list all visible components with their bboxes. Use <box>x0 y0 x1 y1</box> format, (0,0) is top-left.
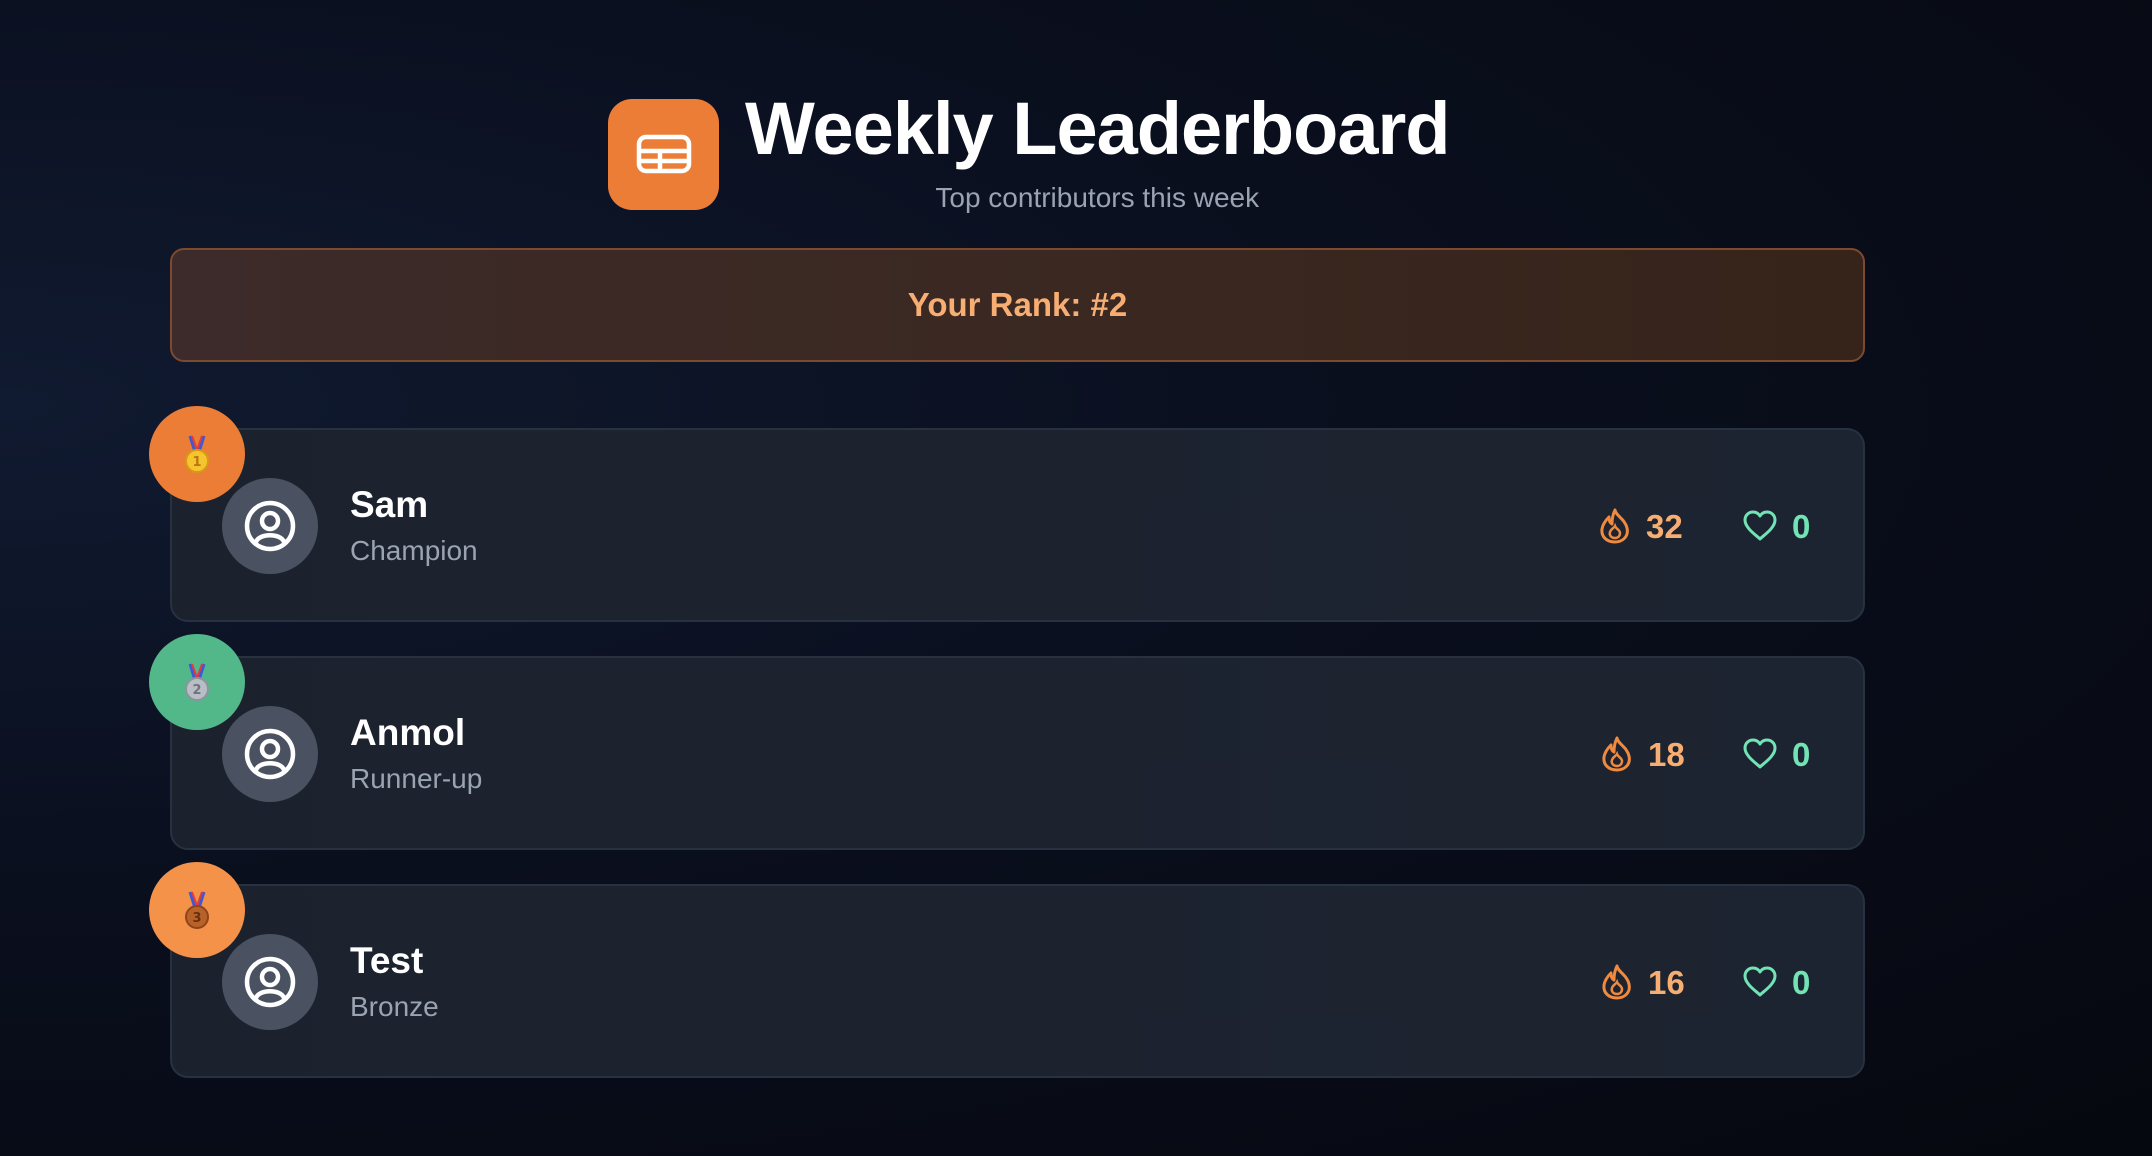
user-icon <box>244 956 296 1008</box>
title-block: Weekly Leaderboard Top contributors this… <box>745 92 1450 213</box>
user-name[interactable]: Sam <box>350 486 428 523</box>
streak-stat: 16 <box>1600 960 1685 1004</box>
streak-value: 32 <box>1646 507 1683 545</box>
flame-icon <box>1602 964 1631 1000</box>
user-title: Champion <box>350 535 478 566</box>
svg-text:2: 2 <box>192 683 201 698</box>
likes-value: 0 <box>1792 735 1811 773</box>
likes-stat: 0 <box>1742 732 1810 776</box>
table-icon <box>608 98 719 210</box>
user-title: Bronze <box>350 991 439 1022</box>
page-title: Weekly Leaderboard <box>745 87 1450 170</box>
likes-value: 0 <box>1792 963 1811 1001</box>
heart-icon[interactable] <box>1742 738 1778 770</box>
bronze-medal-icon: 3 <box>149 862 245 958</box>
likes-stat: 0 <box>1742 504 1810 548</box>
streak-stat: 18 <box>1600 732 1685 776</box>
page-subtitle: Top contributors this week <box>935 182 1260 213</box>
user-name[interactable]: Test <box>350 942 423 979</box>
user-title: Runner-up <box>350 763 483 794</box>
your-rank-banner: Your Rank: #2 <box>170 248 1865 362</box>
svg-text:3: 3 <box>192 911 201 926</box>
leaderboard-row[interactable]: 2 Anmol Runner-up 18 0 <box>149 634 1865 850</box>
heart-icon[interactable] <box>1742 966 1778 998</box>
likes-stat: 0 <box>1742 960 1810 1004</box>
page-header: Weekly Leaderboard Top contributors this… <box>608 92 1450 213</box>
flame-icon <box>1602 736 1631 772</box>
streak-value: 18 <box>1648 735 1685 773</box>
user-name[interactable]: Anmol <box>350 714 465 751</box>
leaderboard-row[interactable]: 1 Sam Champion 32 0 <box>149 406 1865 622</box>
heart-icon[interactable] <box>1742 510 1778 542</box>
flame-icon <box>1600 508 1629 544</box>
streak-stat: 32 <box>1598 504 1683 548</box>
avatar[interactable] <box>222 478 318 574</box>
user-icon <box>244 728 296 780</box>
leaderboard-row[interactable]: 3 Test Bronze 16 0 <box>149 862 1865 1078</box>
user-icon <box>244 500 296 552</box>
your-rank-text: Your Rank: #2 <box>907 286 1128 323</box>
gold-medal-icon: 1 <box>149 406 245 502</box>
silver-medal-icon: 2 <box>149 634 245 730</box>
likes-value: 0 <box>1792 507 1811 545</box>
avatar[interactable] <box>222 706 318 802</box>
streak-value: 16 <box>1648 963 1685 1001</box>
svg-text:1: 1 <box>192 455 201 470</box>
avatar[interactable] <box>222 934 318 1030</box>
